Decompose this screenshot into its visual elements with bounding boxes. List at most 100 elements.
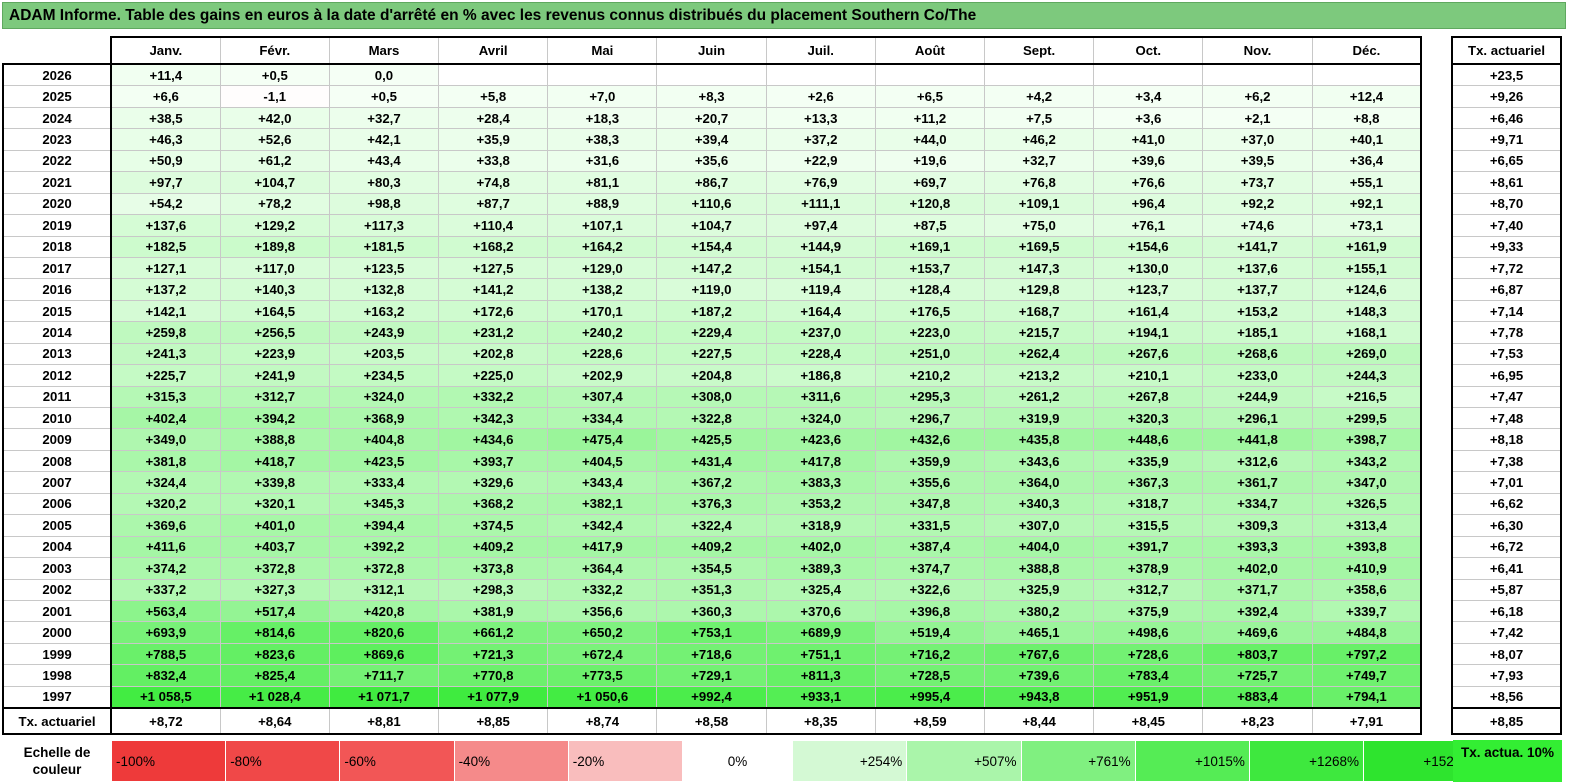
- gain-cell: +256,5: [219, 321, 330, 344]
- row-year: 2003: [2, 557, 112, 580]
- gain-cell: +69,7: [874, 171, 986, 194]
- gain-cell: +320,1: [219, 492, 330, 516]
- gain-cell: +296,1: [1202, 406, 1313, 430]
- gain-cell: +141,7: [1202, 235, 1313, 258]
- month-header: Avril: [438, 36, 549, 65]
- gain-cell: +402,4: [110, 406, 221, 430]
- gain-cell: +19,6: [874, 149, 986, 173]
- gain-cell: +392,4: [1202, 599, 1313, 623]
- gain-cell: +356,6: [547, 599, 658, 623]
- gain-cell: +420,8: [328, 599, 440, 623]
- gain-cell: +387,4: [874, 535, 986, 559]
- gain-cell: +123,5: [328, 256, 440, 280]
- gain-cell: +393,8: [1311, 535, 1423, 559]
- table-row: 2012 +225,7 +241,9 +234,5 +225,0 +202,9 +204,8…: [2, 364, 1423, 387]
- row-year: 2018: [2, 235, 112, 258]
- scale-step: -80%: [225, 740, 341, 782]
- table-row: 1999 +788,5 +823,6 +869,6 +721,3 +672,4 +718,6…: [2, 642, 1423, 666]
- gain-cell: +883,4: [1202, 685, 1313, 709]
- actuarial-rate-table: Tx. actuariel +23,5 +9,26 +6,46 +9,71 +6,65 +…: [1451, 36, 1562, 736]
- gain-cell: +213,2: [983, 364, 1095, 387]
- footer-rate-cell: +8,64: [219, 707, 330, 736]
- gain-cell: +204,8: [656, 364, 767, 387]
- gain-cell: +661,2: [438, 621, 549, 644]
- gain-cell: +35,6: [656, 149, 767, 173]
- gain-cell: +432,6: [874, 428, 986, 451]
- footer-rate-cell: +8,23: [1202, 707, 1313, 736]
- gain-cell: +6,5: [874, 85, 986, 108]
- rate-row: +7,48: [1451, 406, 1562, 430]
- gain-cell: +110,4: [438, 214, 549, 237]
- gain-cell: +325,4: [765, 578, 876, 601]
- gain-cell: +773,5: [547, 664, 658, 687]
- gain-cell: +375,9: [1093, 599, 1204, 623]
- table-row: 2021 +97,7 +104,7 +80,3 +74,8 +81,1 +86,7 +76,9…: [2, 171, 1423, 194]
- gain-cell: +244,9: [1202, 385, 1313, 409]
- rate-row: +7,01: [1451, 471, 1562, 494]
- gain-cell: +44,0: [874, 128, 986, 151]
- gain-cell: +168,1: [1311, 321, 1423, 344]
- gain-cell: +128,4: [874, 278, 986, 301]
- gain-cell: +12,4: [1311, 85, 1423, 108]
- gain-cell: +394,4: [328, 514, 440, 537]
- gain-cell: +269,0: [1311, 342, 1423, 366]
- gain-cell: +75,0: [983, 214, 1095, 237]
- rate-cell: +7,42: [1451, 621, 1562, 644]
- gain-cell: +334,4: [547, 406, 658, 430]
- rate-row: +9,71: [1451, 128, 1562, 151]
- gain-cell: +725,7: [1202, 664, 1313, 687]
- rate-row: +6,41: [1451, 557, 1562, 580]
- gain-cell: +519,4: [874, 621, 986, 644]
- gain-cell: +380,2: [983, 599, 1095, 623]
- table-row: 2005 +369,6 +401,0 +394,4 +374,5 +342,4 +322,4…: [2, 514, 1423, 537]
- scale-step: +1268%: [1248, 740, 1365, 782]
- gain-cell: +360,3: [656, 599, 767, 623]
- gain-cell: +355,6: [874, 471, 986, 494]
- gain-cell: +76,8: [983, 171, 1095, 194]
- gain-cell: +381,8: [110, 449, 221, 473]
- rate-row: +7,53: [1451, 342, 1562, 366]
- gain-cell: +349,0: [110, 428, 221, 451]
- gain-cell: +563,4: [110, 599, 221, 623]
- gain-cell: +409,2: [656, 535, 767, 559]
- gain-cell: +52,6: [219, 128, 330, 151]
- month-header: Janv.: [109, 36, 221, 65]
- gain-cell: +11,4: [110, 63, 221, 87]
- rate-row: +6,95: [1451, 364, 1562, 387]
- footer-rate-cell: +7,91: [1311, 707, 1423, 736]
- gain-cell: +382,1: [547, 492, 658, 516]
- gain-cell: +168,2: [438, 235, 549, 258]
- gain-cell: +351,3: [656, 578, 767, 601]
- gain-cell: +1 077,9: [438, 685, 549, 709]
- gain-cell: +241,9: [219, 364, 330, 387]
- row-year: 2023: [2, 128, 112, 151]
- gain-cell: +318,7: [1093, 492, 1204, 516]
- footer-rate-cell: +8,72: [110, 707, 221, 736]
- gain-cell: +404,5: [547, 449, 658, 473]
- gain-cell: +137,7: [1202, 278, 1313, 301]
- month-header: Mars: [328, 36, 440, 65]
- gain-cell: +311,6: [765, 385, 876, 409]
- gain-cell: +832,4: [110, 664, 221, 687]
- gain-cell: +369,6: [110, 514, 221, 537]
- gain-cell: +117,3: [328, 214, 440, 237]
- gain-cell: +46,3: [110, 128, 221, 151]
- table-row: 2007 +324,4 +339,8 +333,4 +329,6 +343,4 +367,2…: [2, 471, 1423, 494]
- gain-cell: +373,8: [438, 557, 549, 580]
- month-header: Juin: [656, 36, 767, 65]
- scale-step: +254%: [792, 740, 908, 782]
- scale-step: +761%: [1020, 740, 1136, 782]
- gain-cell: +6,2: [1202, 85, 1313, 108]
- rate-cell: +7,78: [1451, 321, 1562, 344]
- rate-cell: +8,70: [1451, 192, 1562, 216]
- table-row: 2024 +38,5 +42,0 +32,7 +28,4 +18,3 +20,7 +13,3 +…: [2, 106, 1423, 130]
- gain-cell: +469,6: [1202, 621, 1313, 644]
- month-header: Août: [874, 36, 986, 65]
- gain-cell: +107,1: [547, 214, 658, 237]
- gain-cell: +298,3: [438, 578, 549, 601]
- gain-cell: +465,1: [983, 621, 1095, 644]
- gain-cell: +339,8: [219, 471, 330, 494]
- gain-cell: +718,6: [656, 642, 767, 666]
- gain-cell: +418,7: [219, 449, 330, 473]
- rate-cell: +7,01: [1451, 471, 1562, 494]
